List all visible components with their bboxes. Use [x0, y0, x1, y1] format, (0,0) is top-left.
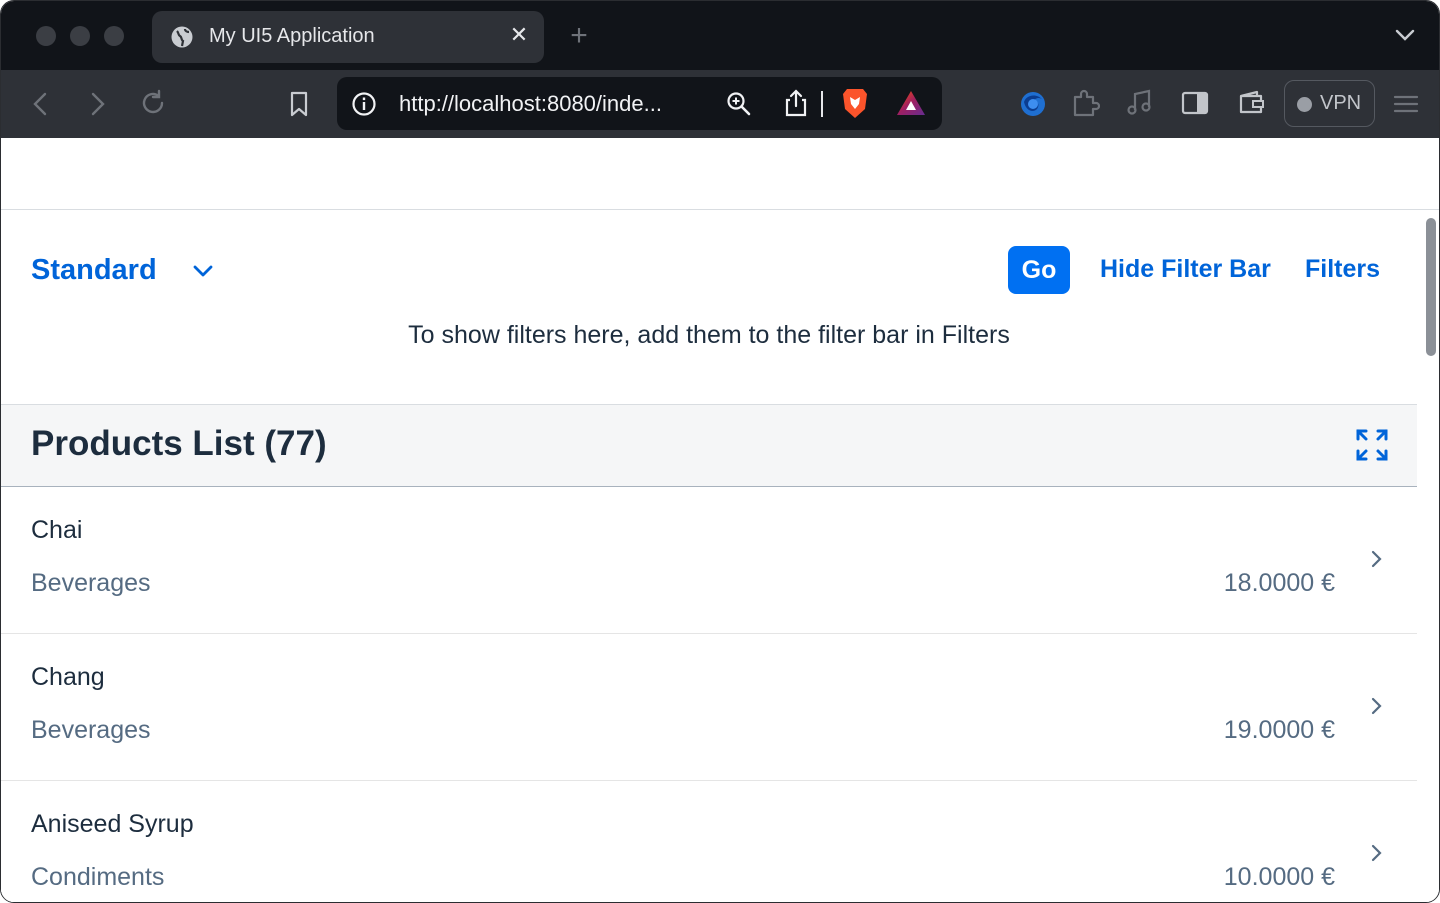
chevron-down-icon[interactable] [191, 259, 215, 283]
vpn-button[interactable]: VPN [1284, 80, 1375, 127]
product-price: 19.0000 € [1223, 716, 1335, 744]
sidebar-toggle-icon[interactable] [1180, 88, 1210, 118]
site-info-icon[interactable] [351, 91, 377, 117]
wallet-icon[interactable] [1237, 88, 1267, 118]
menu-icon[interactable] [1391, 89, 1421, 119]
media-music-icon[interactable] [1124, 88, 1154, 118]
fullscreen-expand-icon[interactable] [1354, 427, 1390, 463]
reload-icon[interactable] [138, 88, 168, 118]
tab-close-icon[interactable]: ✕ [508, 24, 530, 46]
browser-window: My UI5 Application ✕ + http://localhost:… [0, 0, 1440, 903]
shell-bar [1, 138, 1439, 210]
product-category: Condiments [31, 863, 165, 891]
product-price: 18.0000 € [1223, 569, 1335, 597]
zoom-icon[interactable] [725, 90, 753, 118]
list-item[interactable]: Chang Beverages 19.0000 € [1, 634, 1417, 781]
chevron-right-icon[interactable] [1367, 547, 1387, 571]
forward-icon[interactable] [82, 89, 112, 119]
browser-tab-active[interactable]: My UI5 Application ✕ [152, 11, 544, 63]
variant-selector[interactable]: Standard [31, 254, 157, 287]
address-bar[interactable]: http://localhost:8080/inde... [337, 77, 942, 130]
new-tab-button[interactable]: + [564, 21, 594, 51]
globe-icon [171, 26, 193, 48]
product-name: Aniseed Syrup [31, 810, 194, 838]
products-list: Chai Beverages 18.0000 € Chang Beverages… [1, 487, 1417, 902]
vpn-status-icon [1297, 97, 1312, 112]
hide-filter-bar-button[interactable]: Hide Filter Bar [1100, 255, 1271, 284]
page-scrollbar[interactable] [1426, 218, 1436, 356]
brave-shields-icon[interactable] [840, 87, 870, 120]
brave-rewards-icon[interactable] [895, 89, 927, 117]
product-category: Beverages [31, 716, 151, 744]
filter-bar: Standard Go Hide Filter Bar Filters To s… [1, 210, 1417, 404]
back-icon[interactable] [26, 89, 56, 119]
extensions-icon[interactable] [1070, 88, 1100, 118]
address-bar-divider [821, 91, 823, 117]
vpn-label: VPN [1320, 92, 1362, 114]
chevron-right-icon[interactable] [1367, 841, 1387, 865]
product-category: Beverages [31, 569, 151, 597]
go-button[interactable]: Go [1008, 246, 1070, 294]
browser-toolbar: http://localhost:8080/inde... VPN [1, 70, 1439, 138]
product-name: Chang [31, 663, 105, 691]
tab-strip: My UI5 Application ✕ + [1, 1, 1439, 70]
list-header: Products List (77) [1, 404, 1417, 487]
list-item[interactable]: Chai Beverages 18.0000 € [1, 487, 1417, 634]
list-title: Products List (77) [31, 424, 327, 463]
share-icon[interactable] [782, 88, 810, 118]
product-price: 10.0000 € [1223, 863, 1335, 891]
filters-button[interactable]: Filters [1305, 255, 1380, 284]
extension-firefox-icon[interactable] [1018, 89, 1048, 119]
window-zoom-control[interactable] [104, 26, 124, 46]
list-item[interactable]: Aniseed Syrup Condiments 10.0000 € [1, 781, 1417, 902]
tab-list-chevron-icon[interactable] [1393, 23, 1417, 47]
url-text[interactable]: http://localhost:8080/inde... [399, 91, 662, 117]
tab-title: My UI5 Application [209, 25, 375, 47]
window-close-control[interactable] [36, 26, 56, 46]
window-minimize-control[interactable] [70, 26, 90, 46]
filter-bar-hint: To show filters here, add them to the fi… [408, 321, 1010, 349]
product-name: Chai [31, 516, 83, 544]
chevron-right-icon[interactable] [1367, 694, 1387, 718]
page-content: Standard Go Hide Filter Bar Filters To s… [1, 138, 1439, 902]
bookmark-icon[interactable] [284, 89, 314, 119]
